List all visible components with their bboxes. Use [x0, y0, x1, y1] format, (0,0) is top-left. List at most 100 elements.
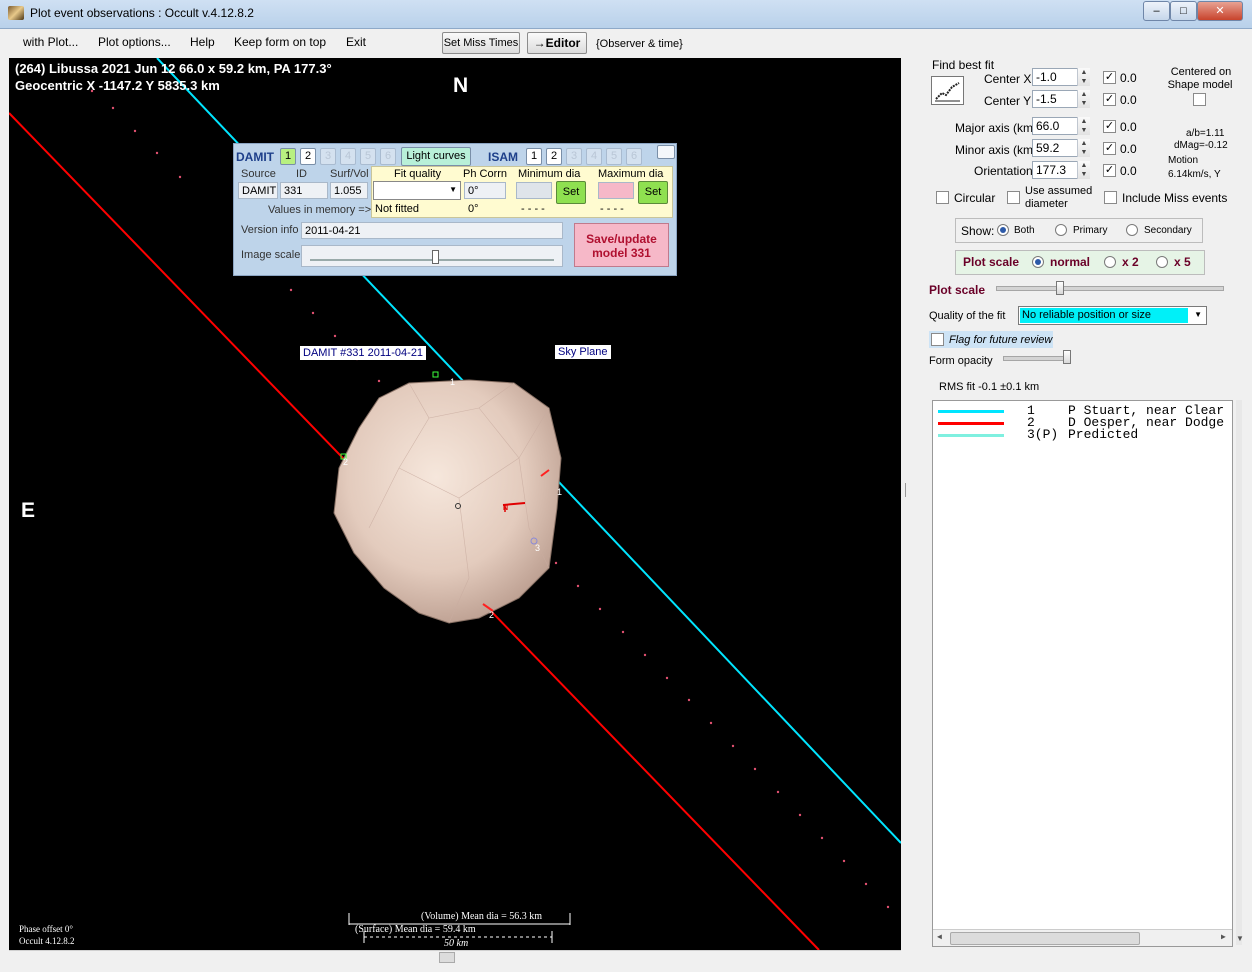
plot-scale-normal-label: normal — [1050, 255, 1091, 269]
center-x-stepper[interactable]: ▲ ▼ — [1077, 68, 1090, 86]
quality-of-fit-select[interactable]: No reliable position or size ▼ — [1018, 306, 1207, 325]
orientation-checkbox[interactable]: ✓ — [1103, 164, 1116, 177]
flag-review-label: Flag for future review — [949, 334, 1053, 346]
menu-keep-on-top[interactable]: Keep form on top — [234, 35, 326, 49]
legend-vscroll[interactable] — [1236, 400, 1242, 945]
scroll-right-icon[interactable]: ▶ — [1221, 932, 1226, 942]
isam-model-5[interactable]: 5 — [606, 148, 622, 165]
isam-model-3[interactable]: 3 — [566, 148, 582, 165]
legend-num: 3(P) — [1027, 427, 1059, 442]
model-number-label: model 331 — [592, 246, 651, 260]
orientation-stepper[interactable]: ▲ ▼ — [1077, 161, 1090, 179]
include-miss-label: Include Miss events — [1122, 191, 1228, 205]
set-min-button[interactable]: Set — [556, 181, 586, 204]
major-axis-stepper[interactable]: ▲ ▼ — [1077, 117, 1090, 135]
scroll-down-icon[interactable]: ▼ — [1236, 934, 1244, 943]
scroll-left-icon[interactable]: ◀ — [937, 932, 942, 942]
asteroid-shape — [333, 379, 562, 624]
minor-axis-step: 0.0 — [1120, 142, 1137, 156]
chord-label: 3 — [535, 543, 541, 553]
minimize-button[interactable]: – — [1143, 1, 1170, 21]
minor-axis-stepper[interactable]: ▲ ▼ — [1077, 139, 1090, 157]
editor-button[interactable]: →Editor — [527, 32, 587, 54]
minimum-dia-header: Minimum dia — [518, 168, 581, 180]
damit-model-6[interactable]: 6 — [380, 148, 396, 165]
center-y-checkbox[interactable]: ✓ — [1103, 93, 1116, 106]
orientation-step: 0.0 — [1120, 164, 1137, 178]
include-miss-checkbox[interactable] — [1104, 191, 1117, 204]
image-scale-slider[interactable] — [301, 245, 563, 267]
fit-quality-header: Fit quality — [394, 168, 442, 180]
damit-model-label: DAMIT #331 2011-04-21 — [300, 346, 427, 360]
motion-value: 6.14km/s, Y — [1168, 169, 1221, 180]
plot-scale-x2-radio[interactable] — [1104, 256, 1116, 268]
volume-mean-dia: (Volume) Mean dia = 56.3 km — [421, 911, 542, 922]
plot-scale-slider-thumb[interactable] — [1056, 281, 1064, 295]
minor-axis-checkbox[interactable]: ✓ — [1103, 142, 1116, 155]
isam-model-2[interactable]: 2 — [546, 148, 562, 165]
plot-scale-slider[interactable] — [996, 286, 1224, 291]
menu-exit[interactable]: Exit — [346, 35, 366, 49]
north-label: N — [453, 74, 469, 97]
close-button[interactable]: ✕ — [1197, 1, 1243, 21]
menu-with-plot[interactable]: with Plot... — [23, 35, 78, 49]
chord-marker — [432, 371, 439, 378]
set-max-button[interactable]: Set — [638, 181, 668, 204]
isam-model-6[interactable]: 6 — [626, 148, 642, 165]
panel-collapse-button[interactable] — [657, 145, 675, 159]
isam-model-4[interactable]: 4 — [586, 148, 602, 165]
center-x-checkbox[interactable]: ✓ — [1103, 71, 1116, 84]
ph-corrn-field[interactable]: 0° — [464, 182, 506, 199]
chord-label: 1 — [450, 377, 456, 387]
save-update-model-button[interactable]: Save/update model 331 — [574, 223, 669, 267]
legend-line-teal — [938, 434, 1004, 437]
legend-hscroll-thumb[interactable] — [950, 932, 1140, 945]
use-assumed-diameter-checkbox[interactable] — [1007, 191, 1020, 204]
circular-checkbox[interactable] — [936, 191, 949, 204]
plot-scale-x5-radio[interactable] — [1156, 256, 1168, 268]
show-secondary-radio[interactable] — [1126, 224, 1138, 236]
minimum-dia-field[interactable] — [516, 182, 552, 199]
fit-quality-select[interactable]: ▼ — [373, 181, 461, 200]
maximum-dia-field[interactable] — [598, 182, 634, 199]
damit-model-2[interactable]: 2 — [300, 148, 316, 165]
centered-on-shape-checkbox[interactable] — [1193, 93, 1206, 106]
damit-model-5[interactable]: 5 — [360, 148, 376, 165]
plot-hscroll-thumb[interactable] — [439, 952, 455, 963]
scale-bar-label: 50 km — [444, 938, 469, 949]
maximize-button[interactable]: □ — [1170, 1, 1197, 21]
ab-ratio: a/b=1.11 — [1186, 128, 1225, 139]
source-header: Source — [241, 168, 276, 180]
damit-model-4[interactable]: 4 — [340, 148, 356, 165]
diameter-label: diameter — [1025, 198, 1068, 210]
show-label: Show: — [961, 224, 995, 238]
set-miss-times-button[interactable]: Set Miss Times — [442, 32, 520, 54]
plot-scale-label: Plot scale — [963, 255, 1020, 269]
form-opacity-label: Form opacity — [929, 355, 993, 367]
light-curves-button[interactable]: Light curves — [401, 147, 471, 166]
pole-marker-label: N — [503, 505, 509, 512]
show-primary-radio[interactable] — [1055, 224, 1067, 236]
version-info-label: Version info — [241, 224, 299, 236]
flag-review-checkbox[interactable] — [931, 333, 944, 346]
plot-hscroll[interactable] — [9, 950, 901, 963]
major-axis-checkbox[interactable]: ✓ — [1103, 120, 1116, 133]
rms-fit-label: RMS fit -0.1 ±0.1 km — [939, 381, 1040, 393]
form-opacity-slider[interactable] — [1003, 356, 1071, 361]
find-best-fit-button[interactable] — [931, 76, 964, 105]
phase-offset-label: Phase offset 0° — [19, 924, 73, 934]
plot-scale-normal-radio[interactable] — [1032, 256, 1044, 268]
damit-model-3[interactable]: 3 — [320, 148, 336, 165]
form-opacity-slider-thumb[interactable] — [1063, 350, 1071, 364]
circular-label: Circular — [954, 191, 996, 205]
show-both-radio[interactable] — [997, 224, 1009, 236]
menu-bar: with Plot... Plot options... Help Keep f… — [0, 29, 1252, 57]
isam-model-1[interactable]: 1 — [526, 148, 542, 165]
menu-help[interactable]: Help — [190, 35, 215, 49]
menu-plot-options[interactable]: Plot options... — [98, 35, 171, 49]
center-y-stepper[interactable]: ▲ ▼ — [1077, 90, 1090, 108]
window-title: Plot event observations : Occult v.4.12.… — [30, 6, 254, 20]
damit-model-1[interactable]: 1 — [280, 148, 296, 165]
legend-hscroll[interactable]: ◀ ▶ — [933, 929, 1232, 946]
slider-thumb[interactable] — [432, 250, 439, 264]
